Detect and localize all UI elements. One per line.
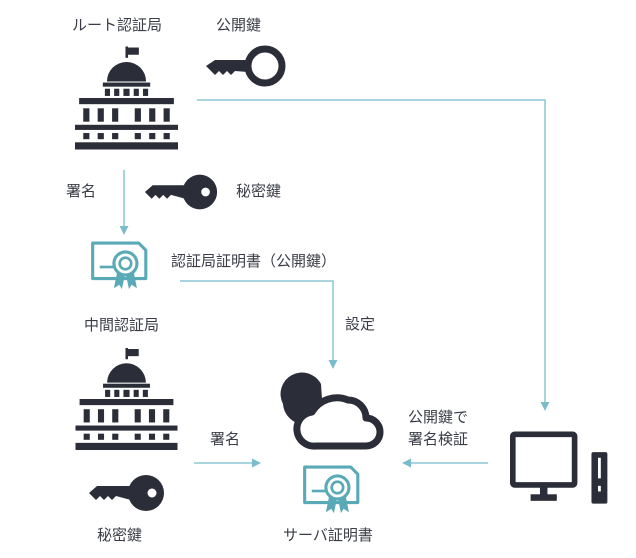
intermediate-ca-building-icon	[75, 348, 178, 450]
diagram-svg	[75, 0, 636, 515]
sign-label-bottom: 署名	[210, 430, 241, 448]
public-key-icon	[206, 49, 282, 83]
ca-certificate-label: 認証局証明書（公開鍵）	[171, 252, 337, 270]
cloud-icon	[280, 372, 384, 450]
sign-label-top: 署名	[66, 182, 97, 200]
server-certificate-icon	[303, 465, 360, 515]
verify-label-line2: 署名検証	[408, 430, 469, 448]
private-key-label-bottom: 秘密鍵	[97, 526, 143, 544]
ca-certificate-icon	[91, 241, 148, 291]
root-ca-label: ルート認証局	[72, 16, 163, 34]
private-key-label-top: 秘密鍵	[236, 182, 282, 200]
root-ca-building-icon	[75, 46, 178, 150]
client-computer-icon	[513, 434, 608, 503]
private-key-icon	[89, 475, 164, 511]
intermediate-ca-label: 中間認証局	[84, 316, 160, 334]
setting-label: 設定	[345, 315, 376, 333]
verify-label-line1: 公開鍵で	[408, 408, 469, 426]
server-certificate-label: サーバ証明書	[283, 526, 373, 544]
private-key-icon	[144, 174, 218, 210]
pki-diagram: ルート認証局 公開鍵 署名 秘密鍵 認証局証明書（公開鍵） 設定 中間認証局 公…	[0, 0, 636, 558]
cert-to-server-arrow	[180, 280, 338, 369]
public-key-label: 公開鍵	[216, 16, 262, 34]
